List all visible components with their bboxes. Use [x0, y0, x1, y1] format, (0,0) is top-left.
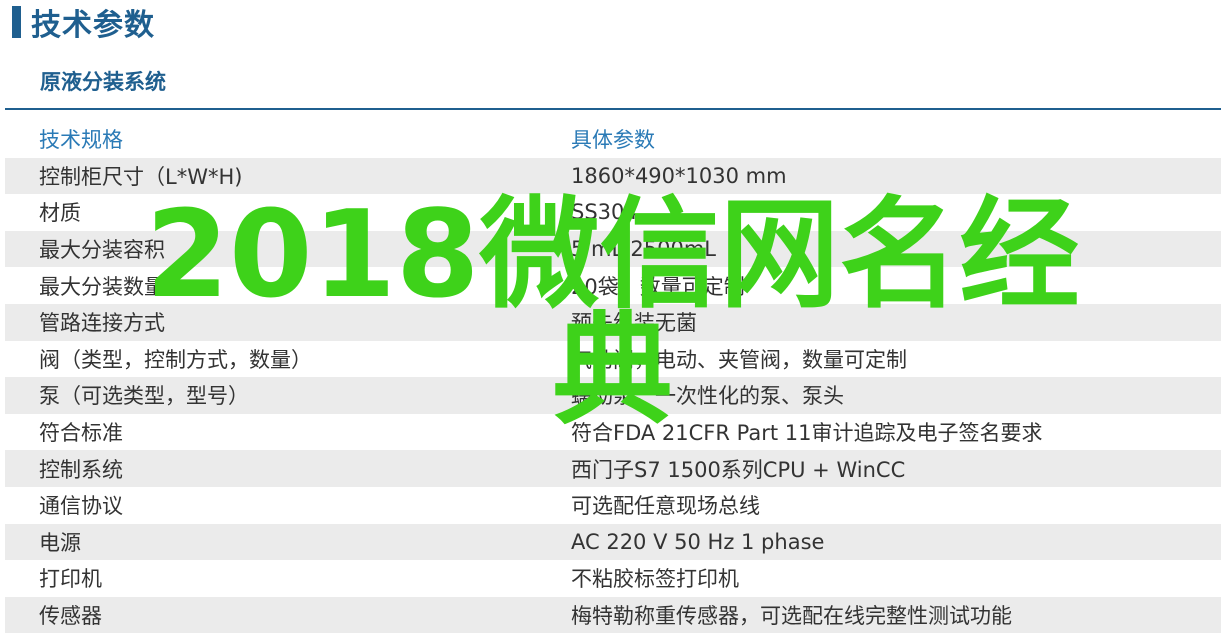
table-row: 最大分装数量 20袋，数量可定制	[5, 267, 1221, 304]
spec-name-cell: 控制系统	[39, 457, 123, 482]
spec-name-cell: 控制柜尺寸（L*W*H)	[39, 164, 243, 189]
spec-value-cell: 蠕动泵，一次性化的泵、泵头	[571, 384, 844, 409]
table-header-row: 技术规格 具体参数	[5, 121, 1221, 158]
spec-value-cell: 20袋，数量可定制	[571, 274, 745, 299]
spec-value-cell: 符合FDA 21CFR Part 11审计追踪及电子签名要求	[571, 421, 1043, 446]
table-row: 材质 SS304	[5, 194, 1221, 231]
spec-value-cell: 不粘胶标签打印机	[571, 567, 739, 592]
spec-value-cell: 西门子S7 1500系列CPU + WinCC	[571, 457, 906, 482]
table-row: 泵（可选类型，型号） 蠕动泵，一次性化的泵、泵头	[5, 377, 1221, 414]
spec-name-cell: 泵（可选类型，型号）	[39, 384, 249, 409]
table-row: 最大分装容积 5 mL-2500mL	[5, 230, 1221, 268]
section-divider	[5, 108, 1221, 110]
spec-value-cell: 5 mL-2500mL	[571, 237, 717, 262]
spec-value-cell: 气动阀，电动、夹管阀，数量可定制	[571, 347, 907, 372]
table-row: 符合标准 符合FDA 21CFR Part 11审计追踪及电子签名要求	[5, 414, 1221, 451]
spec-name-cell: 管路连接方式	[39, 311, 165, 336]
table-row: 电源 AC 220 V 50 Hz 1 phase	[5, 523, 1221, 561]
spec-value-cell: 预先组装无菌	[571, 311, 697, 336]
spec-name-cell: 阀（类型，控制方式，数量）	[39, 347, 312, 372]
table-row: 打印机 不粘胶标签打印机	[5, 560, 1221, 597]
spec-name-cell: 最大分装容积	[39, 238, 165, 263]
column-header-spec: 技术规格	[39, 128, 123, 153]
spec-name-cell: 电源	[39, 530, 81, 555]
spec-value-cell: 1860*490*1030 mm	[571, 163, 787, 188]
table-row: 控制系统 西门子S7 1500系列CPU + WinCC	[5, 450, 1221, 487]
section-title: 原液分装系统	[40, 70, 166, 94]
spec-value-cell: SS304	[571, 200, 638, 225]
column-header-value: 具体参数	[571, 128, 655, 153]
page-header: 技术参数	[12, 0, 155, 44]
spec-value-cell: 梅特勒称重传感器，可选配在线完整性测试功能	[571, 604, 1012, 629]
spec-name-cell: 打印机	[39, 567, 102, 592]
table-row: 传感器 梅特勒称重传感器，可选配在线完整性测试功能	[5, 596, 1221, 634]
spec-name-cell: 通信协议	[39, 494, 123, 519]
header-accent-bar	[12, 6, 21, 38]
table-row: 管路连接方式 预先组装无菌	[5, 303, 1221, 341]
spec-name-cell: 符合标准	[39, 421, 123, 446]
page-title: 技术参数	[31, 8, 155, 43]
spec-value-cell: 可选配任意现场总线	[571, 494, 760, 519]
spec-value-cell: AC 220 V 50 Hz 1 phase	[571, 529, 825, 554]
spec-name-cell: 材质	[39, 201, 81, 226]
table-row: 阀（类型，控制方式，数量） 气动阀，电动、夹管阀，数量可定制	[5, 341, 1221, 378]
table-row: 控制柜尺寸（L*W*H) 1860*490*1030 mm	[5, 157, 1221, 195]
table-row: 通信协议 可选配任意现场总线	[5, 487, 1221, 524]
spec-name-cell: 传感器	[39, 604, 102, 629]
spec-table: 技术规格 具体参数 控制柜尺寸（L*W*H) 1860*490*1030 mm 材质…	[5, 121, 1221, 634]
spec-name-cell: 最大分装数量	[39, 274, 165, 299]
